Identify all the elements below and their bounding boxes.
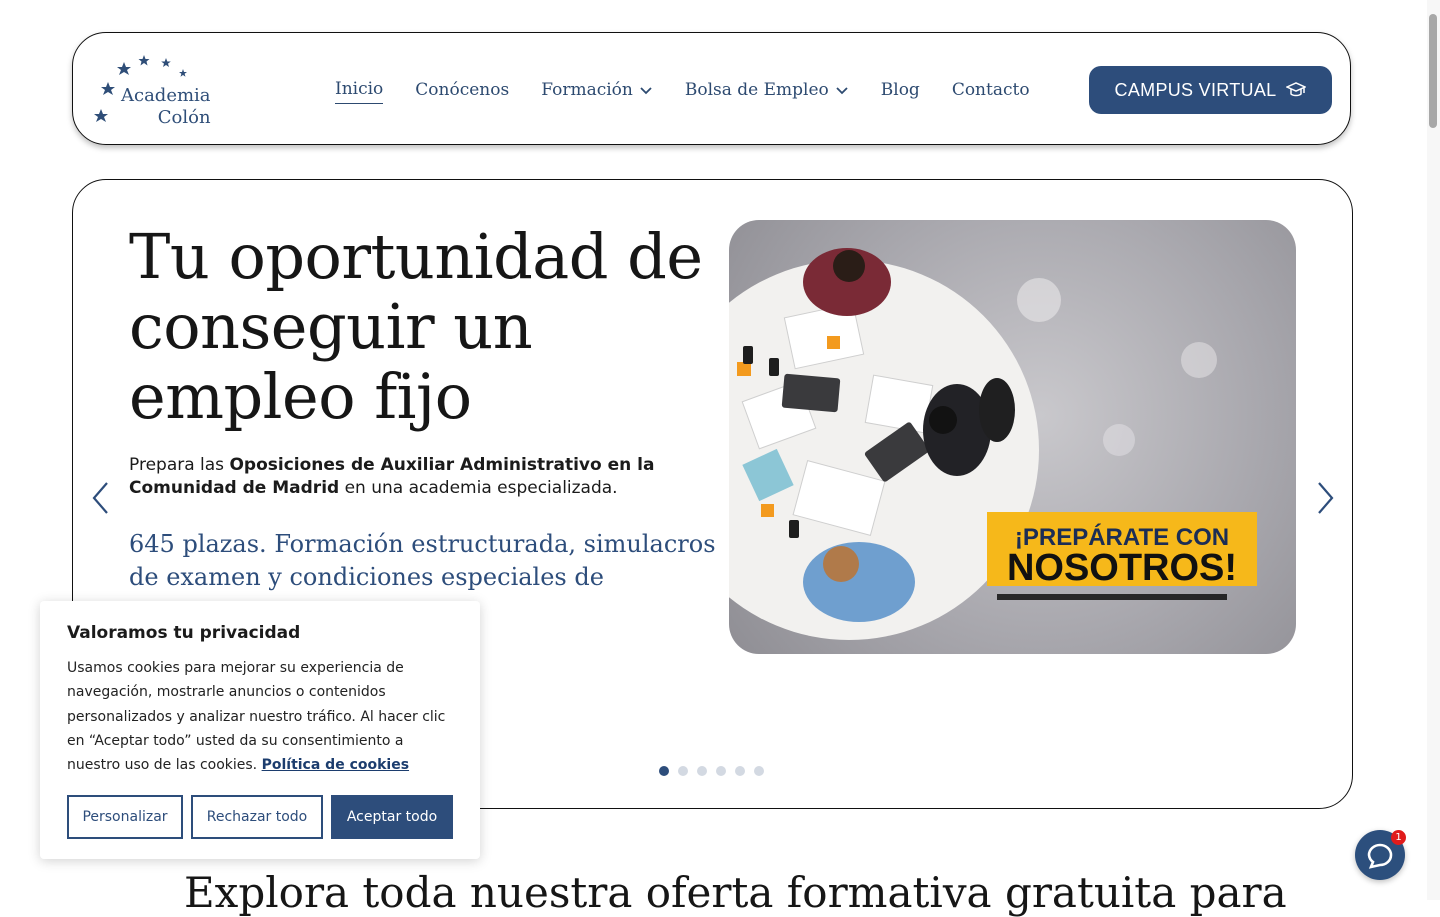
nav-label: Contacto [951, 79, 1030, 100]
hero-desc-prefix: Prepara las [129, 455, 230, 475]
cookie-text: Usamos cookies para mejorar su experienc… [67, 656, 457, 777]
chat-notification-badge: 1 [1391, 830, 1406, 845]
slider-dot-1[interactable] [659, 766, 669, 776]
accept-all-button[interactable]: Aceptar todo [331, 795, 453, 839]
nav-item-contacto[interactable]: Contacto [952, 80, 1030, 104]
nav-label: Formación [541, 79, 633, 100]
nav-item-conocenos[interactable]: Conócenos [415, 80, 509, 104]
logo-line-2: Colón [157, 107, 211, 128]
site-header: Academia Colón Inicio Conócenos Formació… [72, 32, 1351, 145]
logo-text: Academia Colón [121, 85, 211, 129]
nav-item-inicio[interactable]: Inicio [335, 79, 384, 104]
graduation-cap-icon [1286, 82, 1307, 97]
nav-label: Bolsa de Empleo [684, 79, 829, 100]
slider-dot-3[interactable] [697, 766, 707, 776]
nav-label: Conócenos [415, 79, 510, 100]
nav-label: Blog [880, 79, 920, 100]
page-scrollbar[interactable] [1427, 0, 1440, 900]
slider-pagination [659, 766, 764, 776]
scrollbar-thumb[interactable] [1429, 14, 1437, 128]
banner-line-2: NOSOTROS! [1007, 547, 1237, 589]
chevron-down-icon [836, 86, 848, 94]
prepare-banner: ¡PREPÁRATE CON NOSOTROS! [987, 512, 1257, 600]
hero-desc-suffix: en una academia especializada. [339, 478, 618, 498]
hero-title: Tu oportunidad de conseguir un empleo fi… [129, 220, 703, 433]
campus-virtual-button[interactable]: CAMPUS VIRTUAL [1089, 66, 1332, 114]
slider-dot-4[interactable] [716, 766, 726, 776]
hero-description: Prepara las Oposiciones de Auxiliar Admi… [129, 454, 699, 500]
nav-label: Inicio [335, 79, 384, 99]
section-heading: Explora toda nuestra oferta formativa gr… [184, 868, 1287, 917]
chevron-down-icon [640, 86, 652, 94]
slider-dot-5[interactable] [735, 766, 745, 776]
slider-dot-6[interactable] [754, 766, 764, 776]
nav-item-formacion[interactable]: Formación [541, 80, 653, 104]
campus-button-label: CAMPUS VIRTUAL [1114, 79, 1277, 100]
reject-all-button[interactable]: Rechazar todo [191, 795, 323, 839]
cookie-policy-link[interactable]: Política de cookies [262, 757, 409, 773]
slider-next-arrow-icon[interactable] [1313, 480, 1337, 516]
nav-item-bolsa-de-empleo[interactable]: Bolsa de Empleo [685, 80, 849, 104]
hero-subtitle: 645 plazas. Formación estructurada, simu… [129, 530, 716, 591]
slider-prev-arrow-icon[interactable] [89, 480, 113, 516]
cookie-consent-banner: Valoramos tu privacidad Usamos cookies p… [40, 601, 480, 859]
academia-colon-logo[interactable]: Academia Colón [93, 51, 213, 131]
customize-cookies-button[interactable]: Personalizar [67, 795, 183, 839]
nav-item-blog[interactable]: Blog [881, 80, 920, 104]
slider-dot-2[interactable] [678, 766, 688, 776]
hero-image: ¡PREPÁRATE CON NOSOTROS! [729, 220, 1296, 654]
cookie-title: Valoramos tu privacidad [67, 623, 301, 643]
main-nav: Inicio Conócenos Formación Bolsa de Empl… [335, 79, 1030, 104]
logo-line-1: Academia [121, 85, 211, 106]
